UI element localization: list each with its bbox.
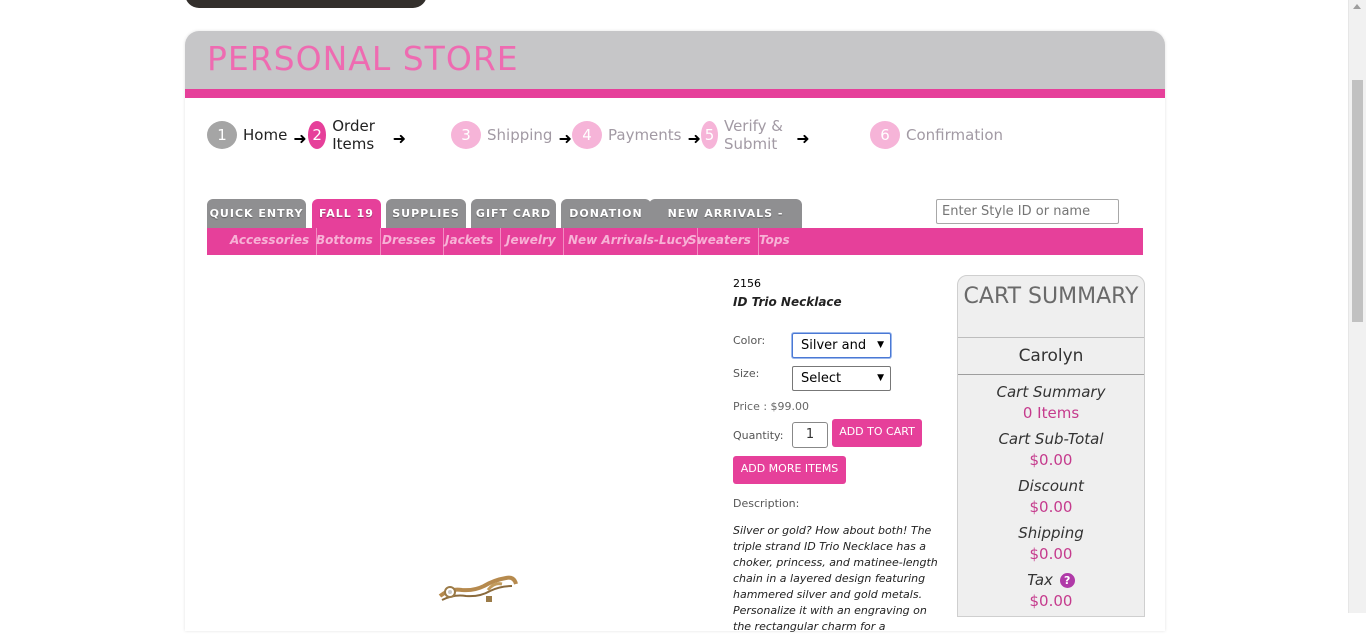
step-number: 5 <box>701 121 718 149</box>
tab-fall-19[interactable]: FALL 19 <box>312 199 381 228</box>
step-label: Order Items <box>332 117 375 153</box>
subnav-sweaters[interactable]: Sweaters <box>681 228 759 255</box>
product-description: Silver or gold? How about both! The trip… <box>733 524 938 633</box>
step-shipping[interactable]: 3 Shipping ➜ <box>451 120 572 150</box>
product-name: ID Trio Necklace <box>733 295 842 309</box>
tab-quick-entry[interactable]: QUICK ENTRY <box>207 199 306 228</box>
arrow-right-icon: ➜ <box>687 128 701 148</box>
cart-row-label: Discount <box>1018 477 1084 495</box>
cart-summary-panel: CART SUMMARY Carolyn Cart Summary 0 Item… <box>957 275 1145 617</box>
description-label: Description: <box>733 497 800 510</box>
top-nav-stub <box>185 0 427 8</box>
step-confirmation[interactable]: 6 Confirmation <box>870 120 1003 150</box>
cart-row-value: 0 Items <box>1022 404 1080 422</box>
quantity-input[interactable]: 1 <box>792 422 828 448</box>
color-select-value: Silver and <box>801 338 867 353</box>
add-more-items-button[interactable]: ADD MORE ITEMS <box>733 456 846 484</box>
arrow-right-icon: ➜ <box>796 128 810 148</box>
subnav-jackets[interactable]: Jackets <box>438 228 502 255</box>
cart-row-items: Cart Summary 0 Items <box>958 383 1144 422</box>
cart-row-value: $0.00 <box>1029 498 1073 516</box>
cart-row-label: Cart Sub-Total <box>998 430 1104 448</box>
help-icon[interactable]: ? <box>1059 573 1075 588</box>
size-select[interactable]: Select ▼ <box>792 366 891 391</box>
step-order-items[interactable]: 2 Order Items ➜ <box>308 117 407 153</box>
subnav-new-arrivals-lucy[interactable]: New Arrivals-Lucy <box>561 228 698 255</box>
cart-row-subtotal: Cart Sub-Total $0.00 <box>958 430 1144 469</box>
product-sku: 2156 <box>733 277 761 290</box>
caret-down-icon: ▼ <box>877 340 884 350</box>
store-title: PERSONAL STORE <box>207 39 519 78</box>
subnav-bottoms[interactable]: Bottoms <box>309 228 381 255</box>
step-number: 2 <box>308 121 327 149</box>
color-label: Color: <box>733 334 766 347</box>
page-scrollbar[interactable] <box>1348 0 1366 613</box>
cart-row-value: $0.00 <box>1029 451 1073 469</box>
product-price: Price : $99.00 <box>733 400 810 413</box>
subnav-jewelry[interactable]: Jewelry <box>499 228 564 255</box>
caret-down-icon: ▼ <box>877 373 884 383</box>
cart-row-label-wrap: Tax ? <box>958 571 1144 589</box>
tab-new-arrivals-joan[interactable]: NEW ARRIVALS - JOAN <box>649 199 802 249</box>
cart-summary-title: CART SUMMARY <box>963 284 1139 309</box>
tab-gift-card[interactable]: GIFT CARD <box>471 199 556 228</box>
size-label: Size: <box>733 367 760 380</box>
step-label: Home <box>243 126 288 144</box>
cart-row-label: Cart Summary <box>996 383 1106 401</box>
size-select-value: Select <box>801 371 842 386</box>
step-verify[interactable]: 5 Verify & Submit ➜ <box>701 117 810 153</box>
step-label: Verify & Submit <box>723 117 784 153</box>
arrow-right-icon: ➜ <box>392 128 407 148</box>
color-select[interactable]: Silver and ▼ <box>792 333 891 358</box>
step-number: 6 <box>870 121 900 149</box>
cart-summary-header: CART SUMMARY <box>958 276 1144 338</box>
add-to-cart-button[interactable]: ADD TO CART <box>832 419 922 447</box>
step-number: 4 <box>572 121 602 149</box>
scrollbar-thumb[interactable] <box>1352 80 1363 322</box>
subcategory-bar: Accessories Bottoms Dresses Jackets Jewe… <box>207 228 1143 255</box>
step-label: Payments <box>608 126 682 144</box>
scroll-up-icon[interactable] <box>1353 4 1361 9</box>
step-label: Shipping <box>487 126 553 144</box>
cart-row-discount: Discount $0.00 <box>958 477 1144 516</box>
header-accent-bar <box>185 89 1165 98</box>
cart-row-value: $0.00 <box>1029 592 1073 610</box>
step-label: Confirmation <box>906 126 1004 144</box>
step-number: 1 <box>207 121 237 149</box>
cart-row-shipping: Shipping $0.00 <box>958 524 1144 563</box>
step-payments[interactable]: 4 Payments ➜ <box>572 120 701 150</box>
step-number: 3 <box>451 121 481 149</box>
cart-row-label: Shipping <box>1018 524 1084 542</box>
product-image <box>438 575 518 602</box>
customer-name: Carolyn <box>958 338 1144 375</box>
cart-row-value: $0.00 <box>1029 545 1073 563</box>
tab-supplies[interactable]: SUPPLIES <box>386 199 466 228</box>
arrow-right-icon: ➜ <box>558 128 572 148</box>
step-home[interactable]: 1 Home ➜ <box>207 120 307 150</box>
style-search-input[interactable] <box>936 199 1119 224</box>
subnav-accessories[interactable]: Accessories <box>223 228 318 255</box>
subnav-tops[interactable]: Tops <box>752 228 797 255</box>
cart-row-tax: Tax ? $0.00 <box>958 571 1144 610</box>
subnav-dresses[interactable]: Dresses <box>375 228 444 255</box>
quantity-label: Quantity: <box>733 429 784 442</box>
arrow-right-icon: ➜ <box>293 128 307 148</box>
store-header: PERSONAL STORE <box>185 31 1165 89</box>
cart-row-label: Tax <box>1027 571 1053 589</box>
tab-donation[interactable]: DONATION <box>561 199 651 228</box>
